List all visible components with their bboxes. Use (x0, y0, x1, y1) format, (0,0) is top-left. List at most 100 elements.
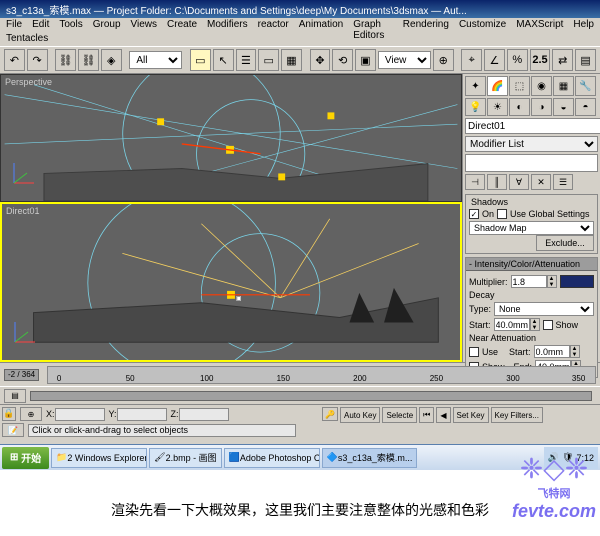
menu-customize[interactable]: Customize (459, 19, 506, 32)
selection-set-dropdown[interactable]: Selecte (382, 407, 417, 423)
decay-type-dropdown[interactable]: None (494, 302, 594, 316)
rotate-button[interactable]: ⟲ (332, 49, 353, 71)
link-button[interactable]: ⛓ (55, 49, 76, 71)
taskbar-item-explorer[interactable]: 📁 2 Windows Explorer (51, 448, 147, 468)
ref-coord-dropdown[interactable]: View (378, 51, 431, 69)
keyfilters-button[interactable]: Key Filters... (491, 407, 543, 423)
start-button[interactable]: ⊞ 开始 (2, 447, 49, 469)
track-bar-track[interactable] (30, 391, 592, 401)
redo-button[interactable]: ↷ (27, 49, 48, 71)
make-unique-button[interactable]: ∀ (509, 174, 529, 190)
shadow-type-dropdown[interactable]: Shadow Map (469, 221, 594, 235)
undo-button[interactable]: ↶ (4, 49, 25, 71)
show-end-button[interactable]: ║ (487, 174, 507, 190)
remove-mod-button[interactable]: ✕ (531, 174, 551, 190)
time-slider[interactable]: -2 / 364 0 50 100 150 200 250 300 350 (0, 362, 600, 386)
decay-start-spinner[interactable]: ▲▼ (530, 318, 540, 331)
align-button[interactable]: ▤ (575, 49, 596, 71)
global-settings-checkbox[interactable] (497, 209, 507, 219)
selection-filter-dropdown[interactable]: All (129, 51, 182, 69)
intensity-rollout: - Intensity/Color/Attenuation Multiplier… (465, 257, 598, 378)
sub-tab-2[interactable]: ☀ (487, 98, 508, 116)
percent-snap-button[interactable]: % (507, 49, 528, 71)
utilities-tab[interactable]: 🔧 (575, 76, 596, 96)
menu-group[interactable]: Group (93, 19, 121, 32)
sub-tab-5[interactable]: ◒ (553, 98, 574, 116)
scale-button[interactable]: ▣ (355, 49, 376, 71)
menu-animation[interactable]: Animation (299, 19, 343, 32)
menu-bar: File Edit Tools Group Views Create Modif… (0, 18, 600, 33)
taskbar-item-photoshop[interactable]: 🟦 Adobe Photoshop C... (224, 448, 320, 468)
viewport-perspective[interactable]: Perspective (0, 74, 462, 202)
modifier-stack[interactable] (465, 154, 598, 172)
abs-rel-button[interactable]: ⊕ (20, 407, 42, 421)
snap-button[interactable]: ⌖ (461, 49, 482, 71)
sub-tab-3[interactable]: ◐ (509, 98, 530, 116)
menu-reactor[interactable]: reactor (258, 19, 289, 32)
select-arrow-button[interactable]: ↖ (213, 49, 234, 71)
angle-snap-button[interactable]: ∠ (484, 49, 505, 71)
intensity-header[interactable]: - Intensity/Color/Attenuation (466, 258, 597, 271)
bind-button[interactable]: ◈ (101, 49, 122, 71)
shadows-on-checkbox[interactable]: ✓ (469, 209, 479, 219)
motion-tab[interactable]: ◉ (531, 76, 552, 96)
keymode-button[interactable]: 🔑 (322, 407, 338, 421)
play-prev-button[interactable]: ◀ (436, 407, 450, 423)
menu-grapheditors[interactable]: Graph Editors (353, 19, 393, 32)
menu-tools[interactable]: Tools (59, 19, 82, 32)
decay-show-checkbox[interactable] (543, 320, 553, 330)
menu-file[interactable]: File (6, 19, 22, 32)
object-name-input[interactable] (465, 118, 600, 134)
create-tab[interactable]: ✦ (465, 76, 486, 96)
menu-create[interactable]: Create (167, 19, 197, 32)
menu-edit[interactable]: Edit (32, 19, 49, 32)
sub-light-tab[interactable]: 💡 (465, 98, 486, 116)
watermark: ❈◇❈ 飞特网 fevte.com (512, 452, 596, 522)
pivot-button[interactable]: ⊕ (433, 49, 454, 71)
display-tab[interactable]: ▦ (553, 76, 574, 96)
move-button[interactable]: ✥ (310, 49, 331, 71)
multiplier-input[interactable] (511, 275, 547, 288)
pin-stack-button[interactable]: ⊣ (465, 174, 485, 190)
script-button[interactable]: 📝 (2, 423, 24, 437)
multiplier-spinner[interactable]: ▲▼ (547, 275, 557, 288)
menu-maxscript[interactable]: MAXScript (516, 19, 563, 32)
taskbar-item-paint[interactable]: 🖌 2.bmp - 画图 (149, 448, 221, 468)
sub-tab-4[interactable]: ◑ (531, 98, 552, 116)
trackbar-toggle-button[interactable]: ▤ (4, 389, 26, 403)
sub-tab-6[interactable]: ◓ (575, 98, 596, 116)
timeline-ruler[interactable]: 0 50 100 150 200 250 300 350 (47, 366, 596, 384)
y-input[interactable] (117, 408, 167, 421)
menu-help[interactable]: Help (573, 19, 594, 32)
select-button[interactable]: ▭ (190, 49, 211, 71)
mirror-button[interactable]: ⇄ (552, 49, 573, 71)
exclude-button[interactable]: Exclude... (536, 235, 594, 251)
near-start-spinner[interactable]: ▲▼ (570, 345, 580, 358)
near-start-input[interactable] (534, 345, 570, 358)
x-input[interactable] (55, 408, 105, 421)
autokey-button[interactable]: Auto Key (340, 407, 380, 423)
select-region-button[interactable]: ▭ (258, 49, 279, 71)
modifier-list-dropdown[interactable]: Modifier List (465, 136, 598, 152)
decay-start-input[interactable] (494, 318, 530, 331)
modify-tab[interactable]: 🌈 (487, 76, 508, 96)
z-input[interactable] (179, 408, 229, 421)
lock-selection-button[interactable]: 🔒 (2, 407, 16, 421)
select-name-button[interactable]: ☰ (236, 49, 257, 71)
configure-button[interactable]: ☰ (553, 174, 573, 190)
menu-rendering[interactable]: Rendering (403, 19, 449, 32)
window-crossing-button[interactable]: ▦ (281, 49, 302, 71)
setkey-button[interactable]: Set Key (453, 407, 489, 423)
taskbar-item-3dsmax[interactable]: 🔷 s3_c13a_索模.m... (322, 448, 418, 468)
hierarchy-tab[interactable]: ⬚ (509, 76, 530, 96)
near-use-checkbox[interactable] (469, 347, 479, 357)
menu-tentacles[interactable]: Tentacles (6, 33, 48, 44)
command-panel: ✦ 🌈 ⬚ ◉ ▦ 🔧 💡 ☀ ◐ ◑ ◒ ◓ Modifier List ⊣ … (462, 74, 600, 362)
play-start-button[interactable]: ⏮ (419, 407, 434, 423)
unlink-button[interactable]: ⛓ (78, 49, 99, 71)
menu-views[interactable]: Views (131, 19, 158, 32)
menu-modifiers[interactable]: Modifiers (207, 19, 248, 32)
spinner-snap-button[interactable]: 2.5 (530, 49, 551, 71)
viewport-direct01[interactable]: Direct01 ▣ (0, 202, 462, 362)
light-color-swatch[interactable] (560, 275, 594, 288)
